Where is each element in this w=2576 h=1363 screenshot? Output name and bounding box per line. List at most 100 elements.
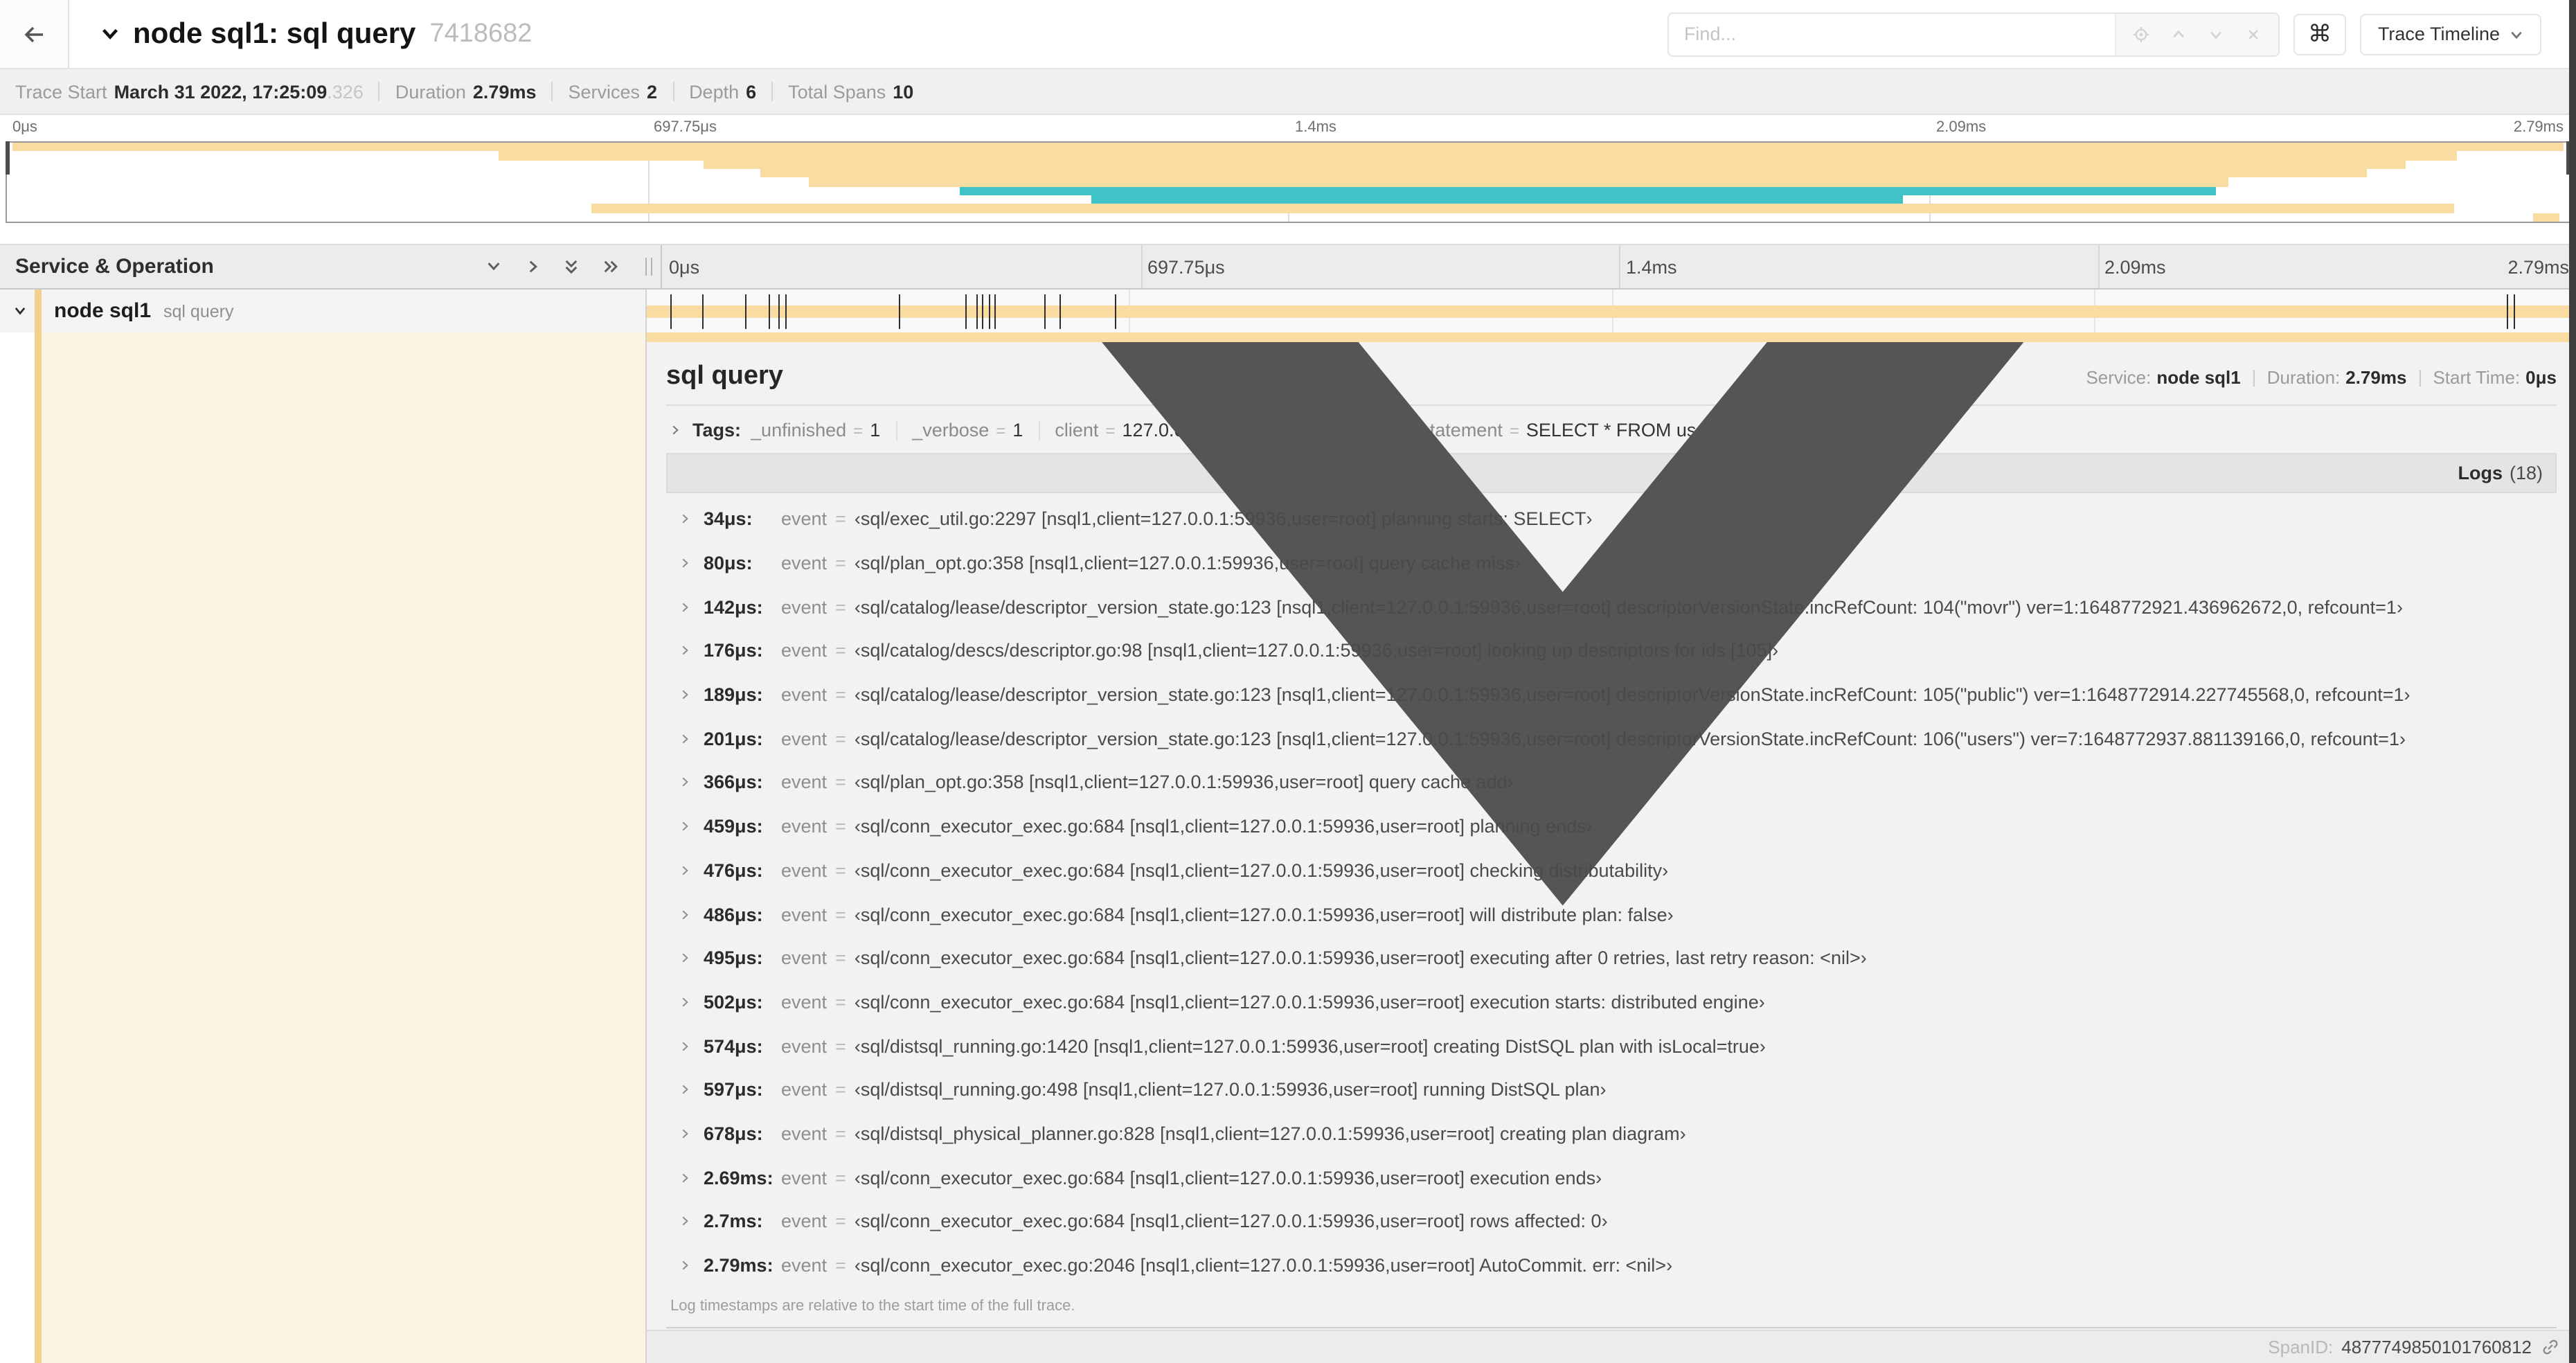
chevron-right-icon [682, 603, 688, 612]
log-marker-tick [670, 294, 672, 328]
timeline-ruler: 0μs 697.75μs 1.4ms 2.09ms 2.79ms [661, 245, 2576, 288]
trace-start-label: Trace Start [15, 81, 107, 102]
equals-sign: = [835, 1079, 846, 1101]
page-scrollbar[interactable] [2569, 0, 2576, 1363]
log-marker-tick [745, 294, 747, 328]
log-field-key: event [781, 772, 828, 793]
span-detail-footer: SpanID: 4877749850101760812 [647, 1330, 2576, 1363]
chevron-right-icon [682, 1041, 688, 1051]
equals-sign: = [835, 991, 846, 1013]
logs-block: Logs (18) 34μs: event = ‹sql/exec_util.go:2… [666, 342, 2557, 1329]
equals-sign: = [835, 728, 846, 749]
span-bar-graph[interactable] [645, 289, 2576, 332]
overview-value: 0μs [2525, 367, 2557, 388]
log-field-key: event [781, 1079, 828, 1101]
span-operation-name: sql query [163, 301, 234, 321]
chevron-down-icon [2511, 30, 2522, 39]
span-duration-bar[interactable] [647, 305, 2575, 317]
log-field-key: event [781, 947, 828, 969]
gridline [1141, 245, 1142, 288]
find-input[interactable] [1668, 13, 2115, 55]
log-time: 495μs: [704, 947, 763, 969]
chevron-right-icon [682, 1085, 688, 1094]
log-field-key: event [781, 1035, 828, 1057]
expand-all-icon[interactable] [601, 258, 619, 276]
divider [378, 82, 380, 101]
log-field-value: ‹sql/conn_executor_exec.go:684 [nsql1,cl… [854, 1167, 1602, 1188]
log-field-value: ‹sql/plan_opt.go:358 [nsql1,client=127.0… [854, 772, 1514, 793]
trace-collapse-chevron-icon[interactable] [100, 24, 120, 44]
log-time: 189μs: [704, 684, 763, 706]
span-detail-bar [647, 332, 2576, 342]
log-field-value: ‹sql/conn_executor_exec.go:684 [nsql1,cl… [854, 859, 1669, 881]
duration-value: 2.79ms [472, 81, 537, 102]
time-tick-label: 0μs [12, 119, 37, 136]
chevron-right-icon [682, 515, 688, 524]
divider [771, 82, 773, 101]
equals-sign: = [835, 1123, 846, 1144]
log-field-key: event [781, 859, 828, 881]
span-detail-content: sql query Service: node sql1 Duration: 2.79… [647, 342, 2576, 1330]
minimap-span-bar [499, 151, 2457, 161]
time-tick-label: 1.4ms [1295, 119, 1336, 136]
expand-one-icon[interactable] [524, 258, 542, 276]
log-field-key: event [781, 816, 828, 837]
service-operation-title: Service & Operation [15, 255, 214, 278]
span-name-column: node sql1 sql query [0, 289, 645, 332]
collapse-controls [485, 258, 619, 276]
minimap-time-labels: 0μs 697.75μs 1.4ms 2.09ms 2.79ms [6, 119, 2570, 139]
equals-sign: = [835, 1167, 846, 1188]
next-match-icon[interactable] [2208, 26, 2224, 42]
service-operation-header: Service & Operation [0, 245, 661, 288]
log-field-value: ‹sql/conn_executor_exec.go:684 [nsql1,cl… [854, 904, 1674, 925]
minimap-canvas[interactable] [6, 141, 2570, 223]
chevron-right-icon [682, 778, 688, 787]
log-field-value: ‹sql/catalog/descs/descriptor.go:98 [nsq… [854, 640, 1779, 661]
prev-match-icon[interactable] [2170, 26, 2187, 42]
chevron-right-icon [682, 646, 688, 656]
log-marker-tick [899, 294, 901, 328]
log-marker-tick [1115, 294, 1117, 328]
time-tick-label: 1.4ms [1626, 256, 1677, 277]
back-button[interactable] [0, 0, 69, 68]
minimap-span-bar [960, 186, 2216, 195]
collapse-one-icon[interactable] [485, 258, 503, 276]
minimap-span-bar [12, 143, 2564, 152]
span-color-stripe [35, 289, 42, 332]
locate-icon[interactable] [2133, 26, 2149, 42]
clear-search-icon[interactable] [2245, 26, 2262, 42]
trace-view-dropdown[interactable]: Trace Timeline [2359, 13, 2541, 55]
log-time: 176μs: [704, 640, 763, 661]
column-resize-grip[interactable] [645, 258, 652, 276]
log-field-value: ‹sql/exec_util.go:2297 [nsql1,client=127… [854, 508, 1593, 530]
equals-sign: = [835, 1211, 846, 1232]
log-marker-tick [778, 294, 780, 328]
equals-sign: = [835, 596, 846, 618]
logs-header[interactable]: Logs (18) [666, 342, 2557, 906]
minimap-scrubber-left[interactable] [6, 141, 10, 175]
log-time: 34μs: [704, 508, 753, 530]
chevron-right-icon [682, 997, 688, 1007]
log-time: 366μs: [704, 772, 763, 793]
span-row[interactable]: node sql1 sql query [0, 289, 2576, 332]
services-value: 2 [647, 81, 658, 102]
deep-link-icon[interactable] [2541, 1338, 2559, 1356]
log-field-value: ‹sql/catalog/lease/descriptor_version_st… [854, 684, 2410, 706]
minimap-span-bar [809, 177, 2228, 187]
log-field-value: ‹sql/conn_executor_exec.go:2046 [nsql1,c… [854, 1255, 1673, 1276]
collapse-all-icon[interactable] [562, 258, 580, 276]
span-detail-panel: sql query Service: node sql1 Duration: 2.79… [645, 332, 2576, 1363]
duration-label: Duration [395, 81, 466, 102]
span-collapse-chevron-icon[interactable] [12, 303, 28, 319]
log-field-key: event [781, 728, 828, 749]
chevron-right-icon [682, 866, 688, 875]
log-field-value: ‹sql/distsql_running.go:1420 [nsql1,clie… [854, 1035, 1766, 1057]
log-marker-tick [768, 294, 770, 328]
time-tick-label: 2.79ms [2507, 256, 2569, 277]
trace-start-value: March 31 2022, 17:25:09 [114, 81, 328, 102]
minimap-span-bar [704, 160, 2406, 169]
log-time: 459μs: [704, 816, 763, 837]
depth-value: 6 [746, 81, 757, 102]
keyboard-shortcuts-button[interactable]: ⌘ [2293, 13, 2346, 55]
log-time: 476μs: [704, 859, 763, 881]
